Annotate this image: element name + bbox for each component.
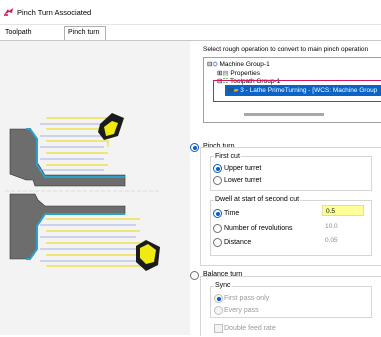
lower-turret-label: Lower turret (224, 177, 262, 184)
every-pass-radio[interactable] (214, 306, 223, 315)
rough-op-label: Select rough operation to convert to mai… (203, 46, 369, 53)
tree-properties[interactable]: ⊞▤ Properties (217, 69, 260, 77)
time-radio[interactable] (213, 209, 222, 218)
upper-turret-radio[interactable] (213, 164, 222, 173)
pinch-turn-radio[interactable] (190, 143, 199, 152)
upper-turret-label: Upper turret (224, 165, 262, 172)
time-input[interactable]: 0.5 (322, 205, 364, 216)
first-pass-radio[interactable] (214, 294, 223, 303)
sync-label: Sync (214, 282, 232, 289)
properties-icon: ▤ (222, 70, 229, 77)
first-cut-group (210, 156, 372, 191)
double-feed-checkbox[interactable] (214, 324, 223, 333)
title-bar: Pinch Turn Associated (0, 0, 381, 25)
distance-input[interactable]: 0.05 (322, 235, 364, 246)
dwell-label: Dwell at start of second cut (214, 196, 301, 203)
double-feed-label: Double feed rate (224, 325, 276, 332)
pinch-turn-diagram (5, 113, 160, 271)
machine-icon: ⛭ (212, 61, 218, 68)
distance-radio[interactable] (213, 238, 222, 247)
tree-machine-group[interactable]: ⊟⛭ Machine Group-1 (207, 60, 270, 69)
lower-turret-radio[interactable] (213, 176, 222, 185)
tab-toolpath-parameters[interactable]: Toolpath parameters (2, 27, 43, 48)
balance-turn-radio[interactable] (190, 271, 199, 280)
window-title: Pinch Turn Associated (17, 8, 92, 17)
selection-frame (213, 80, 381, 102)
every-pass-label: Every pass (224, 307, 259, 314)
pinch-turn-icon (4, 8, 13, 16)
upper-tool-insert (98, 113, 124, 140)
revolutions-label: Number of revolutions (224, 225, 293, 232)
first-pass-label: First pass only (224, 295, 270, 302)
revolutions-radio[interactable] (213, 224, 222, 233)
time-label: Time (224, 210, 240, 217)
revolutions-input[interactable]: 10.0 (322, 221, 364, 232)
first-cut-label: First cut (214, 153, 241, 160)
horizontal-scrollbar[interactable] (244, 113, 324, 116)
illustration-panel (0, 41, 190, 335)
distance-label: Distance (224, 239, 252, 246)
